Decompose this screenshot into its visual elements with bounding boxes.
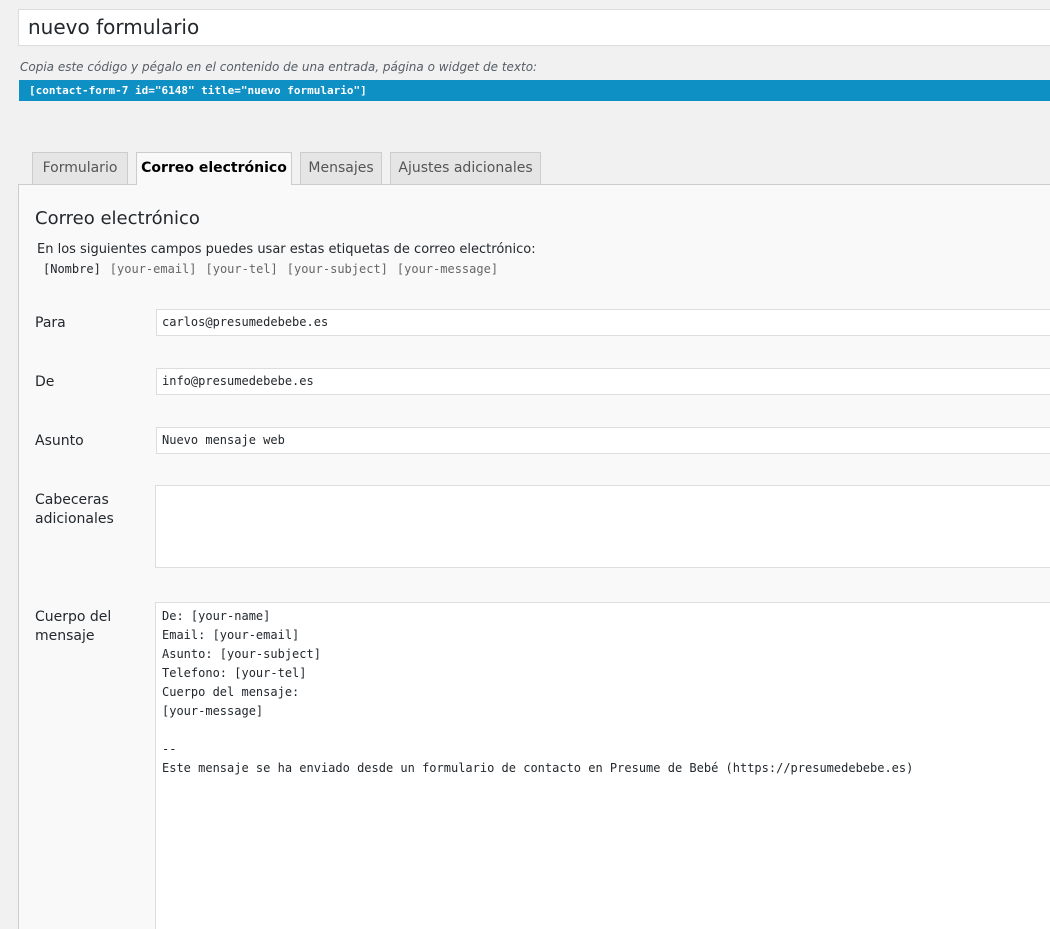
mail-tag: [Nombre] (43, 262, 101, 276)
message-body-textarea[interactable]: De: [your-name] Email: [your-email] Asun… (155, 602, 1050, 929)
message-body-line: De: [your-name] (162, 609, 271, 623)
subject-input[interactable]: Nuevo mensaje web (156, 427, 1050, 454)
message-body-line: Cuerpo del mensaje: (162, 685, 300, 699)
message-body-line: Este mensaje se ha enviado desde un form… (162, 761, 914, 775)
message-body-line: [your-message] (162, 704, 264, 718)
mail-tag: [your-tel] (205, 262, 278, 276)
message-body-content: De: [your-name] Email: [your-email] Asun… (156, 603, 1050, 778)
message-body-line: Telefono: [your-tel] (162, 666, 307, 680)
additional-headers-textarea[interactable] (155, 485, 1050, 568)
additional-headers-label: Cabeceras adicionales (35, 491, 145, 529)
mail-tags-list: [Nombre] [your-email] [your-tel] [your-subj… (43, 262, 507, 276)
tab-additional-settings[interactable]: Ajustes adicionales (390, 152, 541, 184)
mail-tag: [your-email] (109, 262, 197, 276)
message-body-line: -- (162, 742, 177, 756)
mail-tags-intro: En los siguientes campos puedes usar est… (37, 242, 536, 257)
subject-label: Asunto (35, 433, 84, 449)
additional-headers-label-line2: adicionales (35, 511, 114, 527)
mail-tag: [your-message] (396, 262, 499, 276)
tab-messages[interactable]: Mensajes (300, 152, 382, 184)
to-label: Para (35, 315, 66, 331)
message-body-label-line1: Cuerpo del (35, 609, 112, 625)
message-body-label: Cuerpo del mensaje (35, 608, 145, 646)
from-label: De (35, 374, 55, 390)
from-input[interactable]: info@presumedebebe.es (156, 368, 1050, 395)
shortcode-description: Copia este código y pégalo en el conteni… (20, 60, 538, 74)
message-body-line: Asunto: [your-subject] (162, 647, 321, 661)
to-input[interactable]: carlos@presumedebebe.es (156, 309, 1050, 336)
shortcode-field[interactable]: [contact-form-7 id="6148" title="nuevo f… (19, 80, 1050, 101)
contact-form-editor: nuevo formulario Copia este código y pég… (0, 0, 1050, 929)
tab-form[interactable]: Formulario (32, 152, 128, 184)
mail-tag: [your-subject] (286, 262, 388, 276)
form-title-input[interactable]: nuevo formulario (18, 9, 1050, 46)
message-body-line (162, 721, 1050, 740)
message-body-line: Email: [your-email] (162, 628, 300, 642)
additional-headers-label-line1: Cabeceras (35, 492, 109, 508)
tab-mail[interactable]: Correo electrónico (136, 152, 292, 185)
message-body-label-line2: mensaje (35, 628, 95, 644)
mail-heading: Correo electrónico (35, 208, 200, 229)
